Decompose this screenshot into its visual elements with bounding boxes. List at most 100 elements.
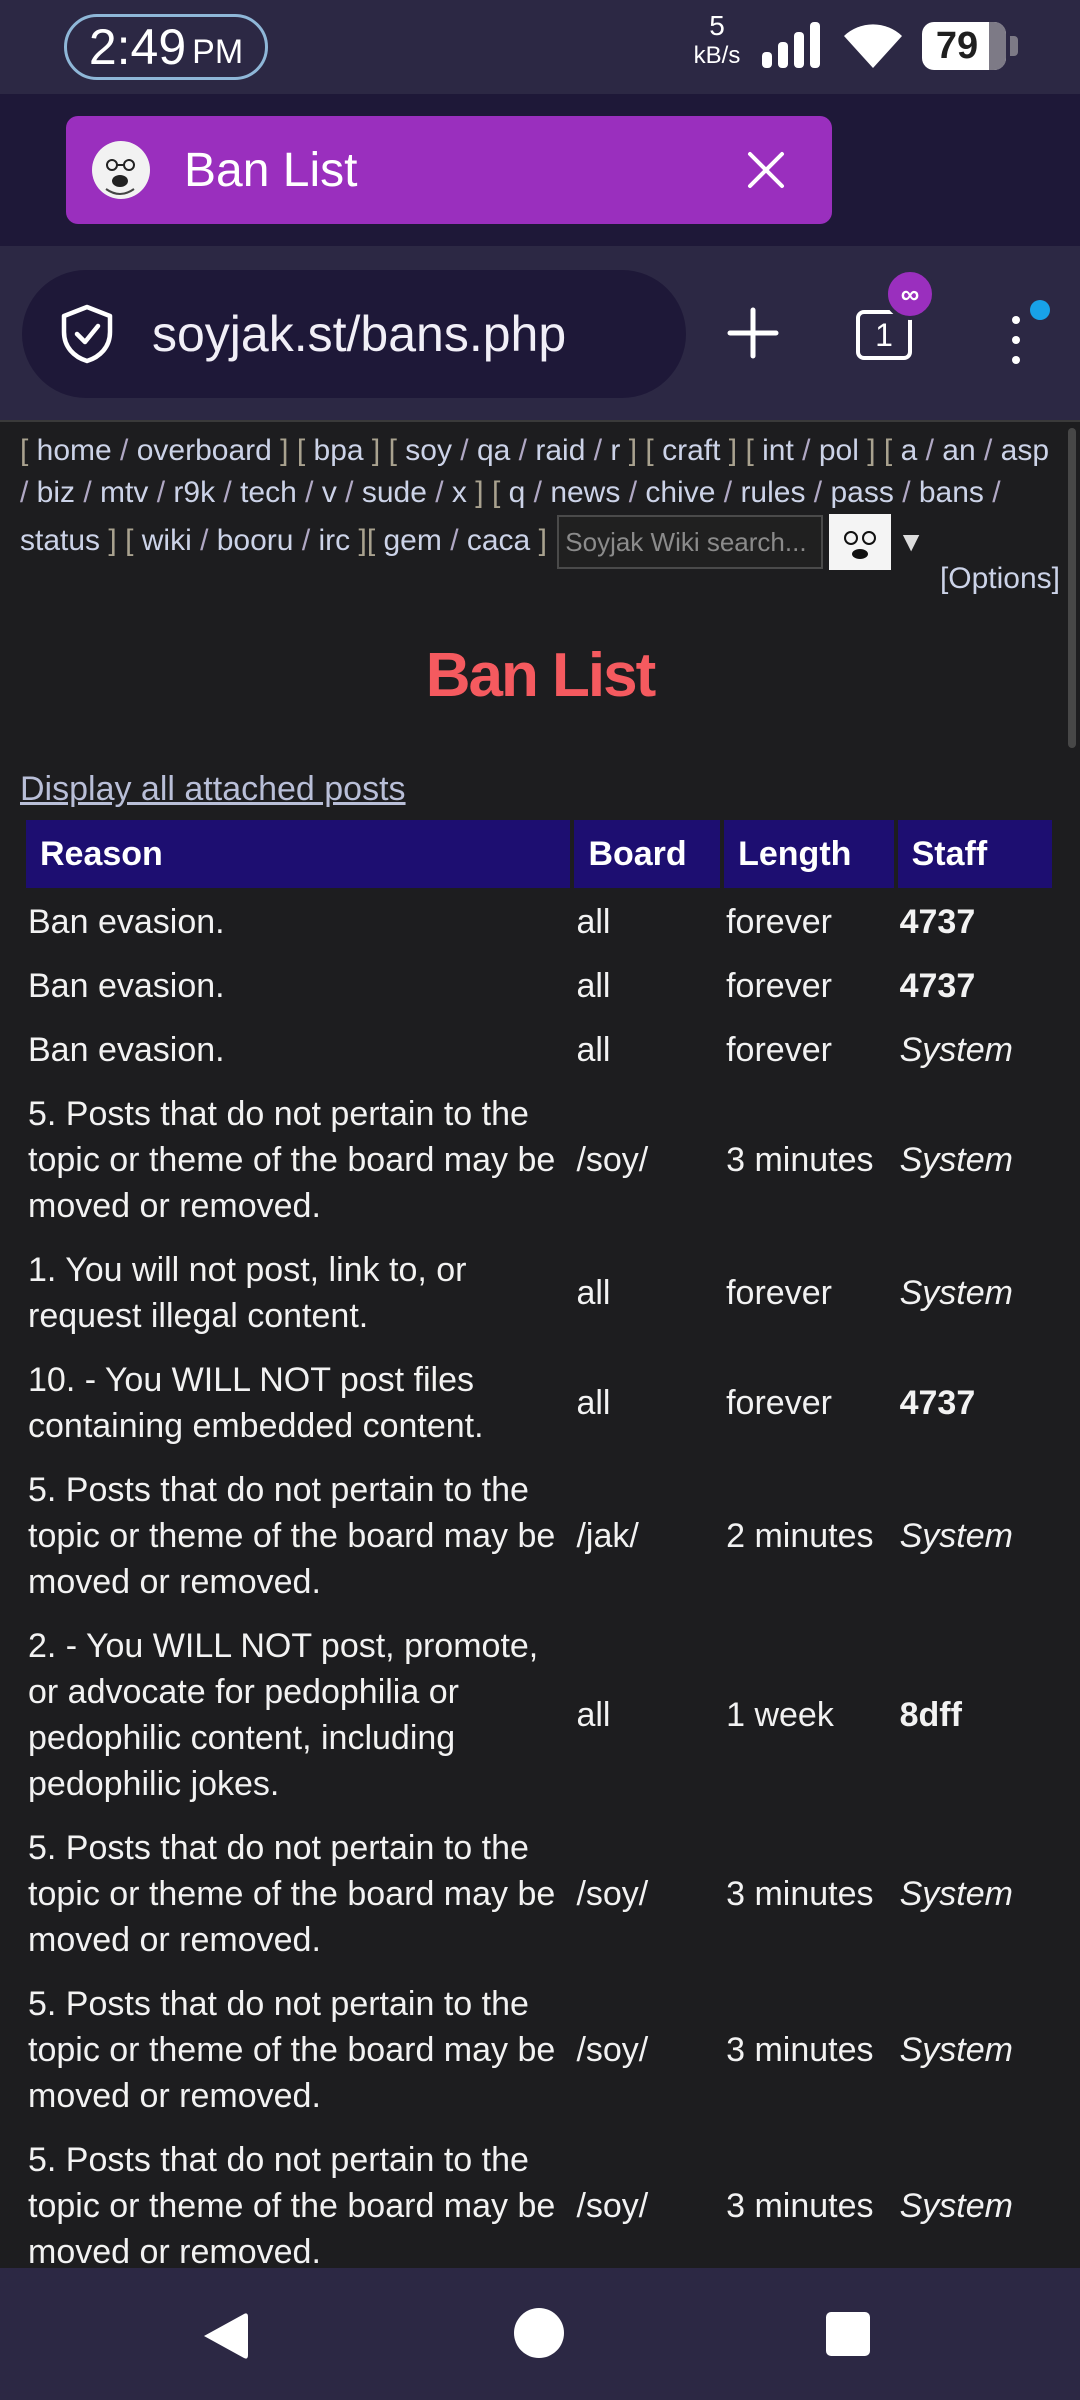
board-link[interactable]: mtv	[100, 476, 148, 509]
ban-board-cell: all	[576, 1031, 611, 1069]
ban-board-cell: /soy/	[576, 2187, 649, 2225]
tab-title: Ban List	[184, 143, 358, 197]
board-link[interactable]: booru	[217, 524, 294, 557]
board-link[interactable]: int	[762, 434, 794, 467]
table-row: Ban evasion. all forever System	[26, 1020, 1052, 1080]
board-link[interactable]: caca	[467, 524, 530, 557]
ban-reason-cell: 1. You will not post, link to, or reques…	[28, 1251, 467, 1335]
board-link[interactable]: sude	[362, 476, 427, 509]
header-length: Length	[724, 820, 894, 888]
board-link[interactable]: v	[322, 476, 337, 509]
ban-board-cell: /soy/	[576, 2031, 649, 2069]
back-icon[interactable]	[200, 2310, 250, 2362]
board-link[interactable]: raid	[535, 434, 585, 467]
battery-percent: 79	[935, 24, 979, 67]
ban-board-cell: all	[576, 903, 611, 941]
active-tab[interactable]: Ban List	[66, 116, 832, 224]
board-link[interactable]: pol	[819, 434, 859, 467]
url-text[interactable]: soyjak.st/bans.php	[152, 305, 566, 363]
tab-strip: Ban List	[0, 94, 1080, 246]
board-link[interactable]: bpa	[314, 434, 364, 467]
ban-staff-cell: System	[899, 1141, 1013, 1179]
clock-time: 2:49	[88, 19, 187, 75]
table-header-row: Reason Board Length Staff	[26, 820, 1052, 888]
board-link[interactable]: rules	[740, 476, 805, 509]
ban-staff-cell: System	[899, 1274, 1013, 1312]
options-link[interactable]: [Options]	[940, 562, 1060, 596]
browser-toolbar: soyjak.st/bans.php 1 ∞	[0, 246, 1080, 420]
board-link[interactable]: qa	[477, 434, 510, 467]
shield-icon[interactable]	[60, 304, 114, 364]
board-link[interactable]: biz	[37, 476, 75, 509]
web-page: [ home / overboard ] [ bpa ] [ soy / qa …	[0, 422, 1080, 2268]
ban-staff-cell: 4737	[899, 1384, 976, 1422]
ban-reason-cell: 5. Posts that do not pertain to the topi…	[28, 1095, 556, 1225]
board-link[interactable]: overboard	[137, 434, 272, 467]
ban-reason-cell: 5. Posts that do not pertain to the topi…	[28, 2141, 556, 2268]
board-link[interactable]: home	[37, 434, 112, 467]
ban-reason-cell: 5. Posts that do not pertain to the topi…	[28, 1985, 556, 2115]
board-link[interactable]: x	[452, 476, 467, 509]
board-link[interactable]: soy	[405, 434, 452, 467]
ban-staff-cell: System	[899, 1517, 1013, 1555]
clock: 2:49 PM	[64, 14, 268, 80]
board-link[interactable]: chive	[645, 476, 715, 509]
recents-icon[interactable]	[826, 2312, 870, 2356]
ban-board-cell: all	[576, 1696, 611, 1734]
ban-board-cell: all	[576, 1384, 611, 1422]
ban-reason-cell: 5. Posts that do not pertain to the topi…	[28, 1471, 556, 1601]
net-speed: 5 kB/s	[688, 12, 746, 68]
ban-length-cell: 3 minutes	[726, 1141, 874, 1179]
ban-reason-cell: Ban evasion.	[28, 1031, 225, 1069]
board-link[interactable]: craft	[662, 434, 720, 467]
board-link[interactable]: tech	[240, 476, 297, 509]
ban-length-cell: forever	[726, 967, 832, 1005]
board-nav: [ home / overboard ] [ bpa ] [ soy / qa …	[20, 430, 1050, 570]
board-link[interactable]: an	[942, 434, 975, 467]
table-row: 2. - You WILL NOT post, promote, or advo…	[26, 1616, 1052, 1814]
system-nav-bar	[0, 2268, 1080, 2400]
ban-length-cell: 3 minutes	[726, 1875, 874, 1913]
ban-staff-cell: 8dff	[899, 1696, 962, 1734]
board-link[interactable]: bans	[919, 476, 984, 509]
net-speed-value: 5	[709, 10, 725, 41]
wiki-search-input[interactable]: Soyjak Wiki search...	[557, 515, 824, 569]
net-speed-unit: kB/s	[693, 42, 741, 69]
url-field[interactable]: soyjak.st/bans.php	[22, 270, 686, 398]
display-all-posts-link[interactable]: Display all attached posts	[20, 770, 406, 809]
table-row: 5. Posts that do not pertain to the topi…	[26, 2130, 1052, 2268]
ban-length-cell: 2 minutes	[726, 1517, 874, 1555]
ban-length-cell: forever	[726, 903, 832, 941]
board-link[interactable]: asp	[1001, 434, 1049, 467]
status-bar: 2:49 PM 5 kB/s 79	[0, 0, 1080, 94]
signal-icon	[762, 22, 820, 68]
ban-length-cell: forever	[726, 1274, 832, 1312]
home-icon[interactable]	[514, 2308, 564, 2358]
board-link[interactable]: wiki	[142, 524, 192, 557]
board-link[interactable]: a	[901, 434, 918, 467]
ban-board-cell: all	[576, 1274, 611, 1312]
board-link[interactable]: q	[509, 476, 526, 509]
board-link[interactable]: pass	[830, 476, 893, 509]
board-link[interactable]: gem	[384, 524, 442, 557]
plus-icon[interactable]	[726, 306, 780, 360]
ban-length-cell: forever	[726, 1384, 832, 1422]
overflow-menu-icon[interactable]	[1006, 310, 1026, 370]
ban-reason-cell: 10. - You WILL NOT post files containing…	[28, 1361, 484, 1445]
ban-reason-cell: Ban evasion.	[28, 967, 225, 1005]
wiki-search-button-icon[interactable]	[829, 514, 892, 570]
ban-reason-cell: 5. Posts that do not pertain to the topi…	[28, 1829, 556, 1959]
notification-dot	[1030, 300, 1050, 320]
battery-icon: 79	[922, 22, 1006, 70]
board-link[interactable]: news	[550, 476, 620, 509]
table-row: Ban evasion. all forever 4737	[26, 956, 1052, 1016]
board-link[interactable]: status	[20, 524, 100, 557]
header-board: Board	[574, 820, 721, 888]
table-row: 5. Posts that do not pertain to the topi…	[26, 1974, 1052, 2126]
close-icon[interactable]	[744, 148, 788, 192]
ban-staff-cell: System	[899, 1031, 1013, 1069]
board-link[interactable]: r9k	[173, 476, 215, 509]
dropdown-arrow-icon[interactable]: ▼	[897, 521, 925, 563]
board-link[interactable]: irc	[319, 524, 351, 557]
board-link[interactable]: r	[610, 434, 620, 467]
